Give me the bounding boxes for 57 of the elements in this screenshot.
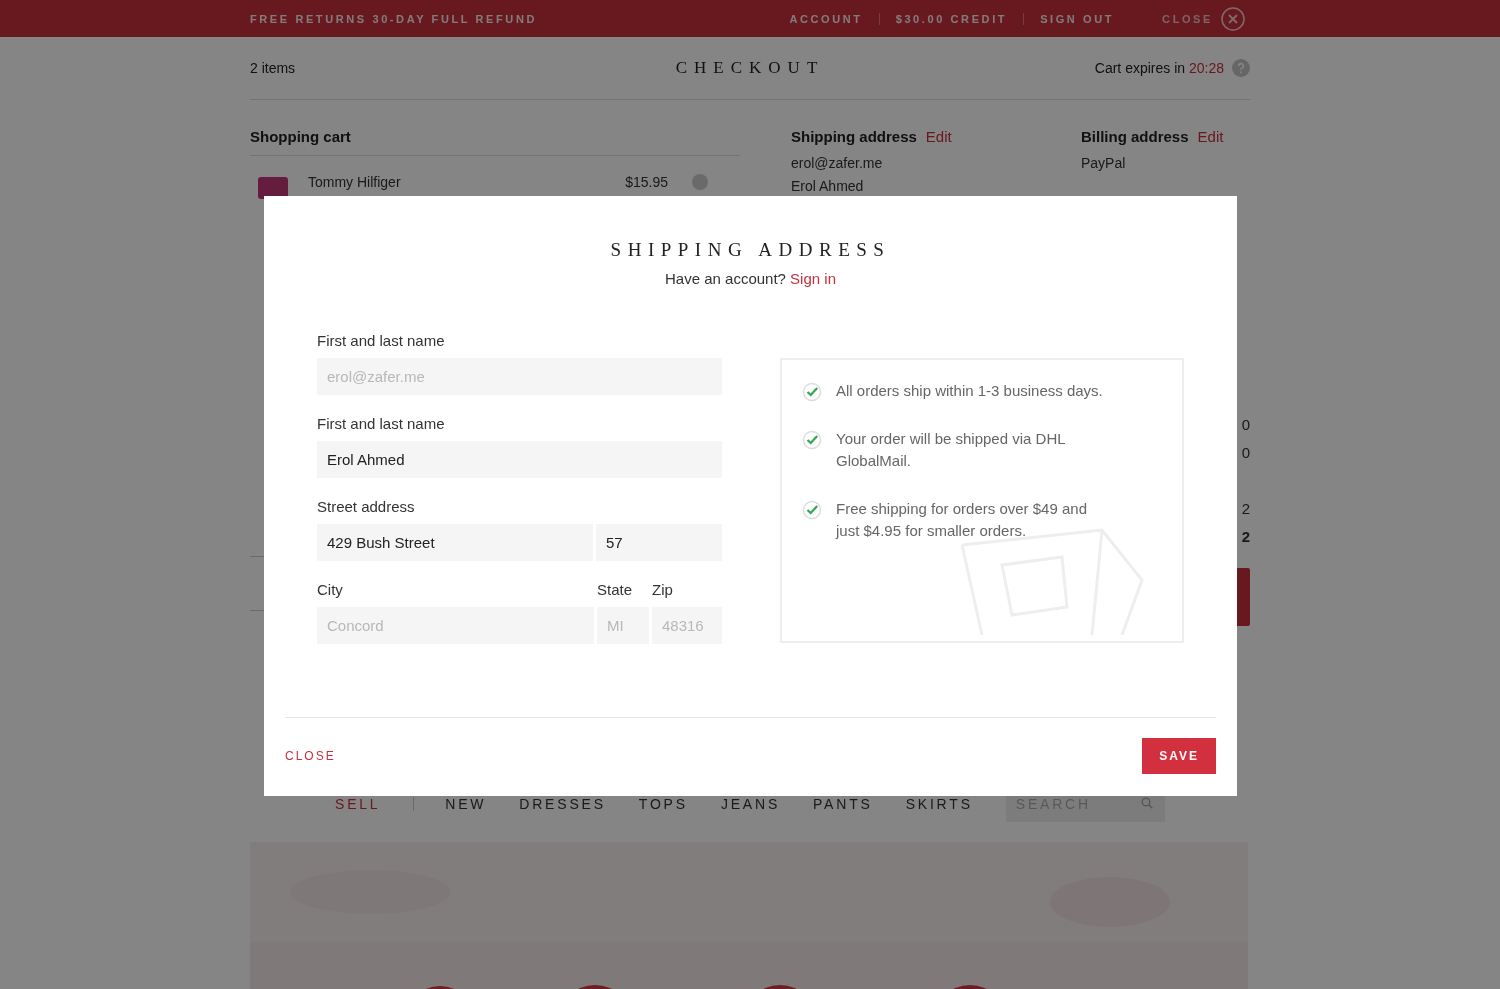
nav-link[interactable]: PANTS (813, 795, 873, 812)
check-icon (802, 430, 822, 450)
search-icon[interactable] (1141, 797, 1153, 809)
nav-link[interactable]: TOPS (638, 795, 688, 812)
shipping-note: Free shipping for orders over $49 and just $4.95 for smaller orders. (836, 499, 1088, 541)
field-label: First and last name (317, 414, 446, 434)
save-button[interactable]: SAVE (1142, 738, 1216, 774)
nav-link[interactable]: NEW (445, 795, 487, 812)
edit-link[interactable]: Edit (1197, 127, 1224, 147)
address-line: erol@zafer.me (791, 154, 884, 173)
nav-link[interactable]: SELL (335, 795, 381, 812)
check-icon (802, 500, 822, 520)
input-field[interactable]: 429 Bush Street (317, 524, 593, 561)
product-name: Tommy Hilfiger (308, 174, 402, 190)
product-price: $15.95 (625, 174, 668, 190)
shipping-note: All orders ship within 1-3 business days. (836, 381, 1103, 401)
nav-link[interactable]: SKIRTS (905, 795, 973, 812)
account-prompt: Have an account? (665, 270, 786, 287)
sign-in-link[interactable]: Sign in (790, 270, 836, 287)
field-label: First and last name (317, 331, 446, 351)
input-field[interactable]: MI (597, 607, 649, 644)
dialog-title: SHIPPING ADDRESS (609, 238, 892, 262)
close-link[interactable]: CLOSE (285, 749, 336, 763)
promo-text: FREE RETURNS 30-DAY FULL REFUND (250, 12, 537, 25)
input-field[interactable]: erol@zafer.me (317, 358, 722, 395)
input-field[interactable]: 57 (596, 524, 722, 561)
remove-icon[interactable] (692, 174, 708, 190)
nav-link[interactable]: JEANS (720, 795, 780, 812)
close-icon[interactable] (1221, 6, 1245, 31)
product-thumbnail (258, 177, 288, 199)
check-icon (802, 382, 822, 402)
input-field[interactable]: 48316 (652, 607, 722, 644)
input-field[interactable]: Concord (317, 607, 594, 644)
shipping-note: Your order will be shipped via DHL GlobalMail. (836, 429, 1066, 471)
section-heading: Billing address (1081, 127, 1189, 147)
summary-value: 0 (1241, 415, 1250, 435)
section-heading: Shipping address (791, 127, 917, 147)
section-heading: Shopping cart (250, 127, 740, 156)
edit-link[interactable]: Edit (925, 127, 952, 147)
account-link[interactable]: ACCOUNT (789, 12, 863, 25)
credit-link[interactable]: $30.00 CREDIT (895, 12, 1008, 25)
field-label: Zip (652, 580, 674, 600)
field-label: State (597, 580, 634, 600)
address-line: Erol Ahmed (791, 177, 865, 196)
field-label: Street address (317, 497, 416, 517)
input-field[interactable]: Erol Ahmed (317, 441, 722, 478)
address-line: PayPal (1081, 154, 1127, 173)
help-icon[interactable] (1232, 59, 1250, 77)
summary-value: 2 (1241, 499, 1250, 519)
total-value: 2 (1241, 527, 1250, 547)
sign-out-link[interactable]: SIGN OUT (1040, 12, 1115, 25)
page-title: CHECKOUT (675, 58, 825, 78)
item-count: 2 items (250, 60, 297, 76)
summary-value: 0 (1241, 443, 1250, 463)
nav-link[interactable]: DRESSES (519, 795, 606, 812)
cart-expiry: Cart expires in 20:28 (1094, 60, 1224, 76)
field-label: City (317, 580, 344, 600)
